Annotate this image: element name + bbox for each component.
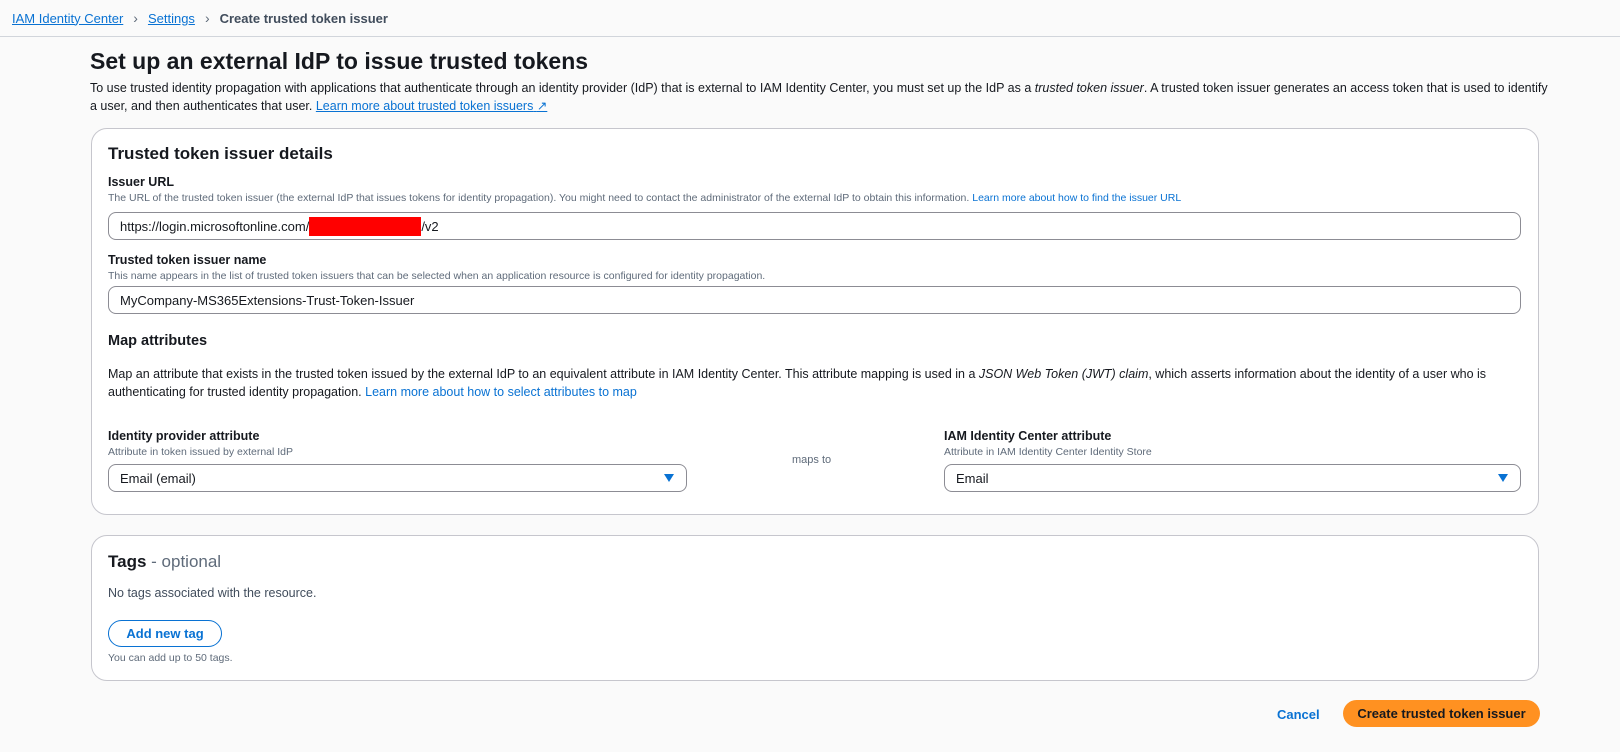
breadcrumb: IAM Identity Center › Settings › Create … bbox=[12, 10, 388, 26]
url-suffix: /v2 bbox=[421, 218, 439, 234]
url-prefix: https://login.microsoftonline.com/ bbox=[120, 218, 310, 234]
iam-attribute-description: Attribute in IAM Identity Center Identit… bbox=[944, 446, 1152, 458]
tags-title: Tags bbox=[108, 552, 147, 571]
issuer-url-description: The URL of the trusted token issuer (the… bbox=[108, 192, 1181, 204]
page-description: To use trusted identity propagation with… bbox=[90, 79, 1550, 115]
breadcrumb-settings[interactable]: Settings bbox=[148, 11, 195, 26]
desc-italic: JSON Web Token (JWT) claim bbox=[978, 367, 1149, 381]
link-label: Learn more about trusted token issuers bbox=[315, 99, 534, 113]
breadcrumb-current: Create trusted token issuer bbox=[219, 10, 388, 26]
selected-value: Email (email) bbox=[120, 470, 196, 486]
cancel-button[interactable]: Cancel bbox=[1277, 707, 1320, 722]
idp-attribute-description: Attribute in token issued by external Id… bbox=[108, 446, 294, 458]
find-issuer-url-link[interactable]: Learn more about how to find the issuer … bbox=[972, 192, 1181, 204]
tags-heading: Tags - optional bbox=[108, 552, 221, 572]
desc-text: The URL of the trusted token issuer (the… bbox=[108, 192, 973, 204]
optional-label: - optional bbox=[146, 552, 222, 571]
trusted-token-issuer-details-panel: Trusted token issuer details Issuer URL … bbox=[91, 128, 1539, 515]
page-title: Set up an external IdP to issue trusted … bbox=[90, 48, 589, 74]
iam-attribute-label: IAM Identity Center attribute bbox=[944, 429, 1112, 443]
select-attributes-link[interactable]: Learn more about how to select attribute… bbox=[365, 385, 637, 399]
caret-down-icon bbox=[1498, 474, 1508, 482]
idp-attribute-label: Identity provider attribute bbox=[108, 429, 260, 443]
tags-panel: Tags - optional No tags associated with … bbox=[91, 535, 1539, 681]
issuer-url-label: Issuer URL bbox=[108, 175, 174, 189]
issuer-url-input[interactable]: https://login.microsoftonline.com/ /v2 bbox=[108, 212, 1521, 240]
issuer-name-input[interactable]: MyCompany-MS365Extensions-Trust-Token-Is… bbox=[108, 286, 1521, 314]
desc-text: Map an attribute that exists in the trus… bbox=[108, 367, 979, 381]
create-trusted-token-issuer-button[interactable]: Create trusted token issuer bbox=[1343, 700, 1540, 727]
issuer-name-label: Trusted token issuer name bbox=[108, 253, 267, 267]
learn-more-trusted-token-issuers-link[interactable]: Learn more about trusted token issuers ↗ bbox=[316, 99, 547, 113]
chevron-right-icon: › bbox=[204, 10, 210, 26]
header-divider bbox=[0, 36, 1620, 37]
panel-title: Trusted token issuer details bbox=[108, 144, 333, 163]
intro-text: To use trusted identity propagation with… bbox=[90, 81, 1035, 95]
caret-down-icon bbox=[664, 474, 674, 482]
selected-value: Email bbox=[956, 470, 989, 486]
issuer-name-description: This name appears in the list of trusted… bbox=[108, 270, 766, 282]
breadcrumb-iam-identity-center[interactable]: IAM Identity Center bbox=[12, 11, 123, 26]
redacted-block bbox=[309, 216, 422, 236]
external-link-icon: ↗ bbox=[536, 99, 548, 113]
no-tags-text: No tags associated with the resource. bbox=[108, 586, 317, 600]
maps-to-label: maps to bbox=[792, 454, 832, 466]
add-new-tag-button[interactable]: Add new tag bbox=[108, 620, 222, 647]
chevron-right-icon: › bbox=[133, 10, 138, 26]
intro-italic: trusted token issuer bbox=[1034, 81, 1144, 95]
map-attributes-description: Map an attribute that exists in the trus… bbox=[108, 365, 1528, 401]
map-attributes-heading: Map attributes bbox=[108, 333, 208, 349]
tags-limit-text: You can add up to 50 tags. bbox=[108, 652, 233, 664]
idp-attribute-select[interactable]: Email (email) bbox=[108, 464, 687, 492]
iam-attribute-select[interactable]: Email bbox=[944, 464, 1521, 492]
